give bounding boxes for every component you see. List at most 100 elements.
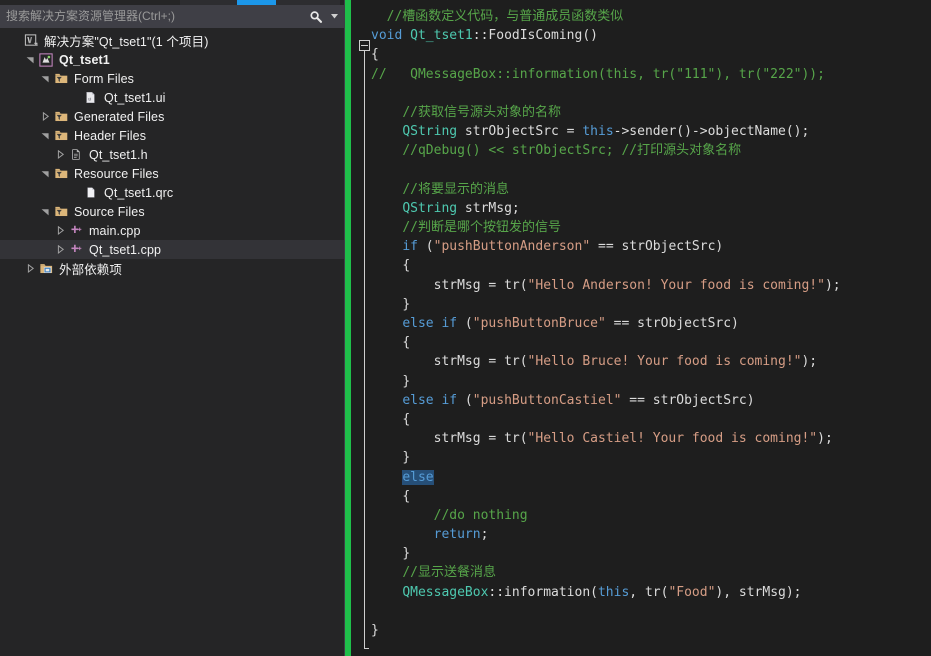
tree-item-label: Header Files [74, 128, 147, 143]
code-line: void Qt_tset1::FoodIsComing() [371, 26, 931, 45]
code-line: else if ("pushButtonCastiel" == strObjec… [371, 391, 931, 410]
chevron-down-icon[interactable] [328, 5, 344, 28]
code-token: "Hello Bruce! Your food is coming!" [527, 354, 802, 370]
code-token: QMessageBox [402, 584, 489, 600]
tree-item-resource-files[interactable]: Resource Files [0, 164, 344, 183]
code-token: //槽函数定义代码，与普通成员函数类似 [371, 9, 624, 24]
tree-item-label: 解决方案"Qt_tset1"(1 个项目) [44, 35, 209, 49]
solution-explorer-search-bar [0, 5, 344, 28]
filter-folder-icon [52, 107, 70, 126]
code-token: strMsg = tr( [433, 431, 528, 447]
project-icon [37, 50, 55, 69]
tree-item-form-files[interactable]: Form Files [0, 69, 344, 88]
search-input[interactable] [0, 6, 304, 27]
code-token: QString [402, 200, 458, 216]
chevron-expanded-icon[interactable] [38, 202, 52, 221]
code-token: ); [817, 431, 833, 447]
solution-tree[interactable]: 解决方案"Qt_tset1"(1 个项目) Qt_tset1 Form Files u… [0, 28, 344, 656]
code-token: strMsg = tr( [433, 277, 528, 293]
code-line: { [371, 410, 931, 429]
chevron-collapsed-icon[interactable] [53, 221, 67, 240]
tree-item-label: Qt_tset1.qrc [104, 185, 174, 200]
code-token: == strObjectSrc) [621, 392, 755, 408]
code-line: //do nothing [371, 506, 931, 525]
collapse-minus-box-icon[interactable] [359, 40, 370, 51]
code-editor[interactable]: //槽函数定义代码，与普通成员函数类似void Qt_tset1::FoodIs… [345, 0, 931, 656]
tree-item-qt-tset1.h[interactable]: Qt_tset1.h [0, 145, 344, 164]
chevron-expanded-icon[interactable] [23, 50, 37, 69]
code-token: ::information( [488, 584, 598, 600]
code-token: else [402, 469, 434, 485]
code-token: return [433, 527, 481, 543]
tree-item-source-files[interactable]: Source Files [0, 202, 344, 221]
filter-folder-icon [52, 202, 70, 221]
chevron-collapsed-icon[interactable] [53, 240, 67, 259]
tree-item-qt-tset1.qrc[interactable]: Qt_tset1.qrc [0, 183, 344, 202]
tree-item-qt-tset1.cpp[interactable]: Qt_tset1.cpp [0, 240, 344, 259]
chevron-collapsed-icon[interactable] [53, 145, 67, 164]
tree-item-header-files[interactable]: Header Files [0, 126, 344, 145]
fold-guide-end [364, 648, 369, 649]
code-token: else if [402, 392, 458, 408]
code-token: ); [801, 354, 818, 370]
code-line: //判断是哪个按钮发的信号 [371, 218, 931, 237]
chevron-collapsed-icon[interactable] [23, 259, 37, 278]
code-token: strObjectSrc = [457, 124, 583, 140]
code-line: { [371, 45, 931, 64]
generic-file-icon [82, 183, 100, 202]
code-line: //显示送餐消息 [371, 563, 931, 582]
code-token: //do nothing [433, 507, 528, 523]
dependencies-icon [37, 259, 55, 278]
code-token: "pushButtonCastiel" [472, 392, 622, 408]
code-line: strMsg = tr("Hello Castiel! Your food is… [371, 429, 931, 448]
chevron-expanded-icon[interactable] [38, 69, 52, 88]
code-token: Qt_tset1 [410, 28, 473, 44]
code-token: else if [402, 316, 458, 331]
code-line: // QMessageBox::information(this, tr("11… [371, 65, 931, 84]
tree-item-qt-tset1-1[interactable]: 解决方案"Qt_tset1"(1 个项目) [0, 31, 344, 50]
tree-item-[interactable]: 外部依赖项 [0, 259, 344, 278]
chevron-collapsed-icon[interactable] [38, 107, 52, 126]
code-line: strMsg = tr("Hello Bruce! Your food is c… [371, 352, 931, 371]
tree-item-label: Qt_tset1.ui [104, 90, 166, 105]
code-token: ->sender()->objectName(); [613, 124, 810, 140]
header-file-icon [67, 145, 85, 164]
search-icon[interactable] [304, 5, 328, 28]
code-token: { [371, 47, 379, 63]
code-token: "Food" [668, 584, 716, 600]
tree-item-generated-files[interactable]: Generated Files [0, 107, 344, 126]
chevron-expanded-icon[interactable] [38, 126, 52, 145]
tree-item-label: Qt_tset1.h [89, 147, 148, 162]
code-token: { [402, 411, 411, 427]
code-token: // QMessageBox::information(this, tr("11… [371, 66, 825, 82]
code-token: == strObjectSrc) [590, 239, 724, 255]
code-token: ; [480, 527, 489, 543]
chevron-expanded-icon[interactable] [38, 164, 52, 183]
code-token: { [402, 335, 411, 351]
cpp-file-icon [67, 221, 85, 240]
code-line: if ("pushButtonAnderson" == strObjectSrc… [371, 237, 931, 256]
tree-item-label: Qt_tset1.cpp [89, 242, 162, 257]
code-token: , tr( [629, 584, 669, 600]
svg-text:ui: ui [88, 97, 91, 102]
code-line: //获取信号源头对象的名称 [371, 103, 931, 122]
code-token: this [597, 584, 630, 600]
code-token: } [371, 623, 379, 638]
code-token: "pushButtonBruce" [472, 316, 606, 331]
tree-item-qt-tset1[interactable]: Qt_tset1 [0, 50, 344, 69]
code-line: } [371, 295, 931, 314]
tree-item-qt-tset1.ui[interactable]: ui Qt_tset1.ui [0, 88, 344, 107]
code-text-area[interactable]: //槽函数定义代码，与普通成员函数类似void Qt_tset1::FoodIs… [371, 7, 931, 656]
editor-glyph-margin[interactable] [351, 0, 371, 656]
tree-item-label: Form Files [74, 71, 135, 86]
tree-item-main.cpp[interactable]: main.cpp [0, 221, 344, 240]
code-token: } [402, 546, 411, 562]
twisty-spacer [68, 88, 82, 107]
